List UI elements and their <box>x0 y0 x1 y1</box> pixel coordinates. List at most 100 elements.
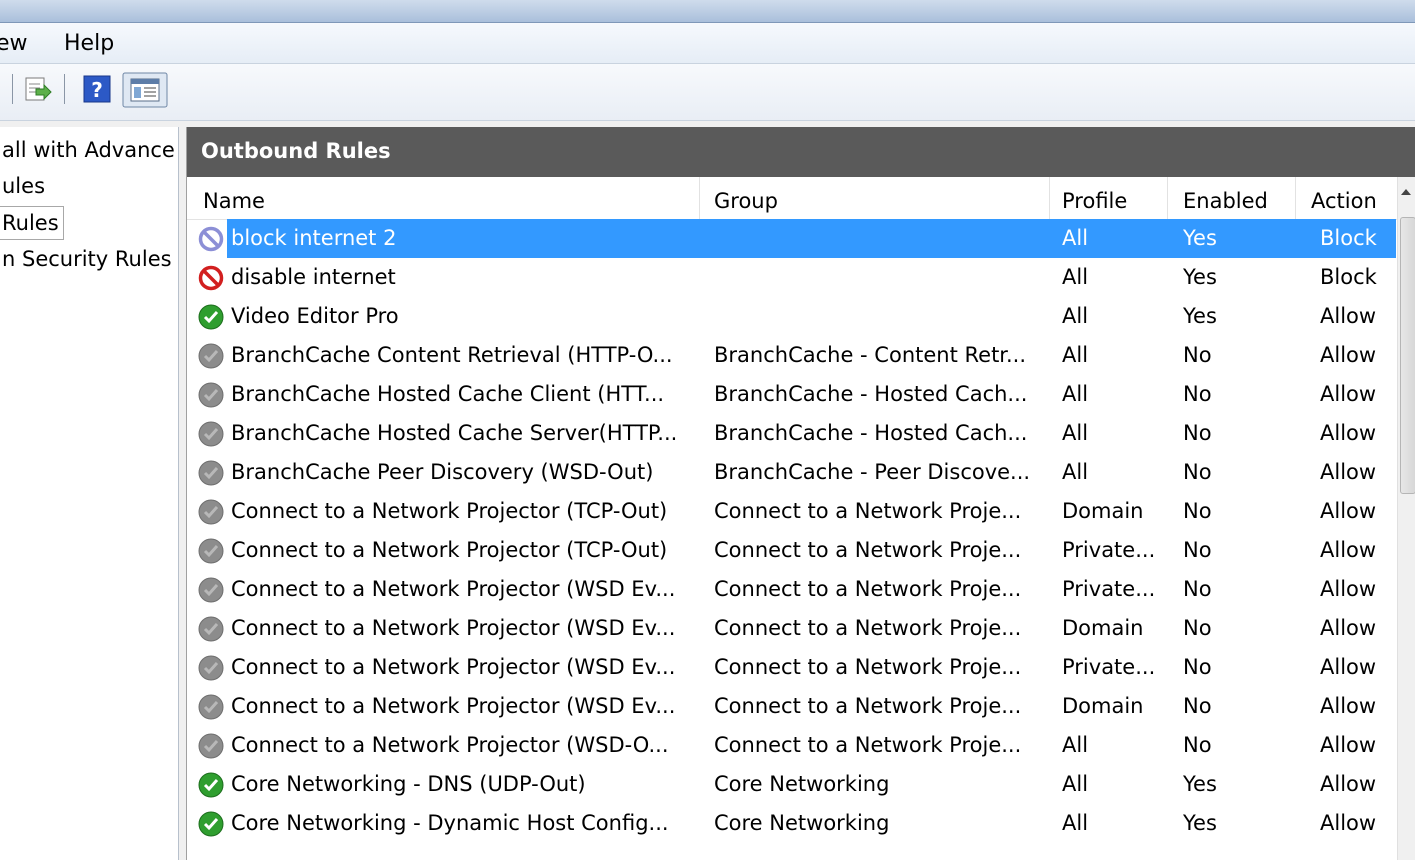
allow-check-icon <box>198 811 224 837</box>
column-header-enabled[interactable]: Enabled <box>1183 189 1268 219</box>
toolbar-separator <box>64 74 65 104</box>
table-row[interactable]: Core Networking - DNS (UDP-Out) Core Netw… <box>187 765 1396 804</box>
rule-enabled-cell: Yes <box>1183 265 1217 289</box>
rule-profile-cell: Private... <box>1062 655 1156 679</box>
rule-action-cell: Allow <box>1320 811 1377 835</box>
column-divider[interactable] <box>1167 177 1168 219</box>
rule-action-cell: Allow <box>1320 733 1377 757</box>
rule-enabled-cell: Yes <box>1183 226 1217 250</box>
rule-group-cell: Connect to a Network Proje... <box>714 577 1022 601</box>
rule-action-cell: Allow <box>1320 421 1377 445</box>
rule-group-cell: Connect to a Network Proje... <box>714 655 1022 679</box>
rule-enabled-cell: No <box>1183 733 1212 757</box>
rule-profile-cell: Private... <box>1062 538 1156 562</box>
rule-action-cell: Allow <box>1320 616 1377 640</box>
tree-item-firewall-root[interactable]: all with Advance <box>0 134 178 166</box>
rule-enabled-cell: Yes <box>1183 772 1217 796</box>
table-row[interactable]: Connect to a Network Projector (WSD Ev..… <box>187 687 1396 726</box>
rule-enabled-cell: No <box>1183 499 1212 523</box>
column-header-profile[interactable]: Profile <box>1062 189 1127 219</box>
disabled-rule-icon <box>198 694 224 720</box>
rule-name-cell: BranchCache Content Retrieval (HTTP-O... <box>231 343 673 367</box>
table-row[interactable]: BranchCache Hosted Cache Server(HTTP... B… <box>187 414 1396 453</box>
block-icon <box>198 265 224 291</box>
navigation-tree: all with Advance ules Rules n Security R… <box>0 127 179 860</box>
disabled-rule-icon <box>198 655 224 681</box>
rule-group-cell: BranchCache - Content Retr... <box>714 343 1027 367</box>
tree-item-outbound-rules[interactable]: Rules <box>0 206 64 240</box>
table-row[interactable]: Connect to a Network Projector (TCP-Out)… <box>187 531 1396 570</box>
table-row[interactable]: Connect to a Network Projector (WSD Ev..… <box>187 609 1396 648</box>
tree-item-inbound-rules[interactable]: ules <box>0 170 49 202</box>
table-row[interactable]: block internet 2 All Yes Block <box>187 219 1396 258</box>
toolbar: ? <box>0 64 1415 121</box>
rule-name-cell: BranchCache Hosted Cache Client (HTT... <box>231 382 665 406</box>
menu-help[interactable]: Help <box>64 31 114 56</box>
rule-name-cell: BranchCache Peer Discovery (WSD-Out) <box>231 460 654 484</box>
rule-name-cell: BranchCache Hosted Cache Server(HTTP... <box>231 421 678 445</box>
rule-name-cell: disable internet <box>231 265 396 289</box>
rule-group-cell: Core Networking <box>714 772 890 796</box>
column-header-name[interactable]: Name <box>203 189 265 219</box>
rule-enabled-cell: No <box>1183 577 1212 601</box>
column-divider[interactable] <box>1295 177 1296 219</box>
rule-profile-cell: Domain <box>1062 694 1144 718</box>
table-row[interactable]: Connect to a Network Projector (WSD-O...… <box>187 726 1396 765</box>
rule-group-cell: BranchCache - Hosted Cach... <box>714 382 1028 406</box>
disabled-rule-icon <box>198 499 224 525</box>
disabled-rule-icon <box>198 460 224 486</box>
show-hide-action-pane-icon[interactable] <box>122 72 168 108</box>
allow-check-icon <box>198 772 224 798</box>
scrollbar-thumb[interactable] <box>1400 217 1415 494</box>
rule-enabled-cell: No <box>1183 616 1212 640</box>
table-row[interactable]: disable internet All Yes Block <box>187 258 1396 297</box>
pane-header: Outbound Rules <box>187 127 1415 177</box>
rule-name-cell: Connect to a Network Projector (WSD-O... <box>231 733 669 757</box>
column-header-action[interactable]: Action <box>1311 189 1377 219</box>
column-header-group[interactable]: Group <box>714 189 778 219</box>
export-list-icon[interactable] <box>22 74 52 104</box>
rule-profile-cell: Domain <box>1062 499 1144 523</box>
rule-profile-cell: All <box>1062 304 1089 328</box>
column-divider[interactable] <box>699 177 700 219</box>
pane-title: Outbound Rules <box>201 139 391 163</box>
selection-highlight <box>227 219 1396 258</box>
menu-view[interactable]: ew <box>0 31 28 56</box>
disabled-rule-icon <box>198 382 224 408</box>
rule-action-cell: Block <box>1320 226 1377 250</box>
window-title-bar <box>0 0 1415 23</box>
rule-profile-cell: All <box>1062 226 1089 250</box>
rule-name-cell: Connect to a Network Projector (WSD Ev..… <box>231 694 676 718</box>
rule-profile-cell: All <box>1062 733 1089 757</box>
rule-action-cell: Allow <box>1320 538 1377 562</box>
rule-group-cell: Connect to a Network Proje... <box>714 616 1022 640</box>
rule-profile-cell: All <box>1062 772 1089 796</box>
table-row[interactable]: Core Networking - Dynamic Host Config...… <box>187 804 1396 843</box>
rule-enabled-cell: No <box>1183 343 1212 367</box>
table-row[interactable]: Video Editor Pro All Yes Allow <box>187 297 1396 336</box>
rule-profile-cell: All <box>1062 343 1089 367</box>
vertical-scrollbar[interactable] <box>1397 177 1415 860</box>
tree-item-connection-security-rules[interactable]: n Security Rules <box>0 243 176 275</box>
table-row[interactable]: BranchCache Content Retrieval (HTTP-O...… <box>187 336 1396 375</box>
toolbar-separator <box>12 74 13 104</box>
menu-bar: ew Help <box>0 23 1415 64</box>
rule-profile-cell: All <box>1062 265 1089 289</box>
rule-name-cell: Core Networking - Dynamic Host Config... <box>231 811 669 835</box>
scroll-up-arrow-icon[interactable] <box>1401 189 1411 195</box>
disabled-rule-icon <box>198 577 224 603</box>
rule-action-cell: Allow <box>1320 694 1377 718</box>
rule-name-cell: Connect to a Network Projector (WSD Ev..… <box>231 616 676 640</box>
rule-name-cell: Connect to a Network Projector (TCP-Out) <box>231 499 668 523</box>
column-divider[interactable] <box>1049 177 1050 219</box>
disabled-rule-icon <box>198 421 224 447</box>
table-row[interactable]: Connect to a Network Projector (WSD Ev..… <box>187 570 1396 609</box>
help-icon[interactable]: ? <box>82 74 112 104</box>
table-row[interactable]: BranchCache Peer Discovery (WSD-Out) Bran… <box>187 453 1396 492</box>
rule-enabled-cell: No <box>1183 694 1212 718</box>
table-row[interactable]: BranchCache Hosted Cache Client (HTT... B… <box>187 375 1396 414</box>
rule-enabled-cell: No <box>1183 538 1212 562</box>
table-row[interactable]: Connect to a Network Projector (TCP-Out)… <box>187 492 1396 531</box>
table-row[interactable]: Connect to a Network Projector (WSD Ev..… <box>187 648 1396 687</box>
rule-group-cell: BranchCache - Peer Discove... <box>714 460 1031 484</box>
